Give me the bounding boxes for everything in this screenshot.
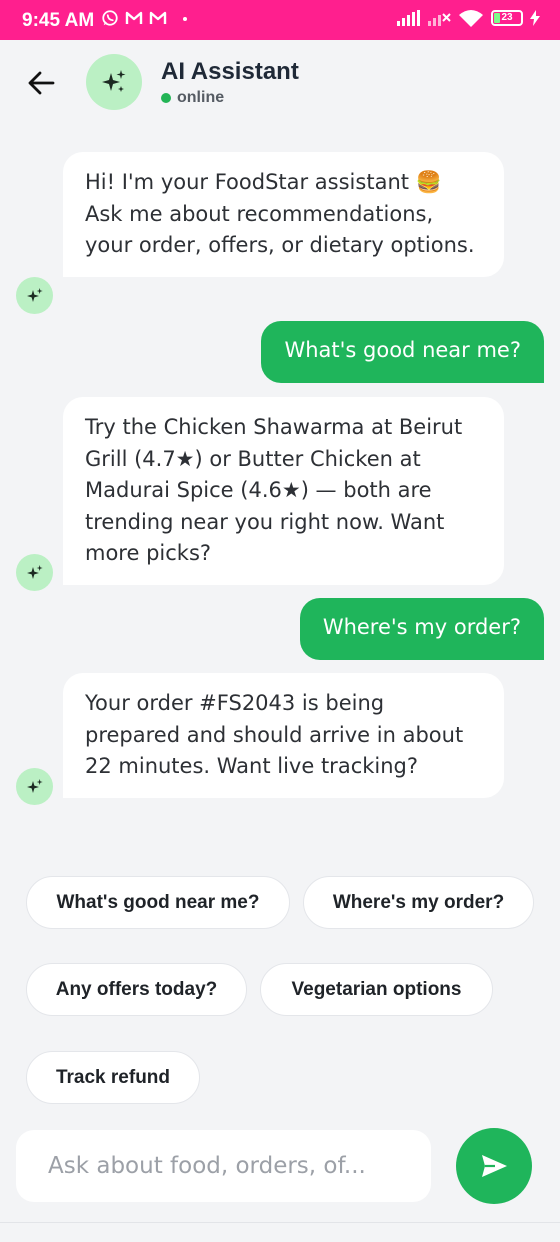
system-icons: 23 (396, 8, 540, 28)
page-title: AI Assistant (161, 58, 299, 85)
sparkles-icon (102, 70, 126, 92)
wifi-icon (459, 10, 483, 27)
more-notifications-dot (183, 17, 187, 21)
back-button[interactable] (24, 66, 58, 100)
online-status: online (161, 89, 224, 107)
charging-bolt-icon (530, 10, 540, 26)
send-icon (482, 1155, 507, 1177)
user-message: Where's my order? (299, 598, 544, 660)
suggestion-chip[interactable]: Any offers today? (26, 963, 247, 1016)
whatsapp-icon (102, 10, 118, 26)
status-bar: 9:45 AM 23 (0, 0, 560, 40)
battery-level: 23 (501, 12, 513, 23)
bot-avatar (16, 277, 53, 314)
arrow-left-icon (28, 71, 55, 95)
assistant-avatar (86, 54, 142, 110)
signal-no-service-icon (428, 13, 451, 26)
status-time: 9:45 AM (22, 10, 95, 31)
sparkles-icon (26, 287, 43, 302)
suggestion-chip[interactable]: Track refund (26, 1051, 200, 1104)
bot-avatar (16, 554, 53, 591)
suggestion-chip[interactable]: What's good near me? (26, 876, 290, 929)
bottom-divider (0, 1222, 560, 1223)
bot-message: Your order #FS2043 is being prepared and… (63, 673, 504, 798)
online-status-label: online (177, 89, 225, 106)
bot-message: Hi! I'm your FoodStar assistant 🍔 Ask me… (63, 152, 504, 277)
send-button[interactable] (456, 1128, 532, 1204)
notification-icons (101, 9, 187, 27)
bot-message: Try the Chicken Shawarma at Beirut Grill… (63, 397, 504, 585)
message-input[interactable] (16, 1130, 431, 1202)
bot-avatar (16, 768, 53, 805)
suggestion-chip[interactable]: Vegetarian options (260, 963, 493, 1016)
chat-header: AI Assistant online (0, 40, 560, 130)
gmail-icon (149, 11, 167, 24)
signal-icon (397, 10, 420, 26)
sparkles-icon (26, 778, 43, 793)
user-message: What's good near me? (261, 321, 544, 383)
online-dot-icon (161, 93, 171, 103)
gmail-icon (125, 11, 143, 24)
suggestion-chip[interactable]: Where's my order? (303, 876, 534, 929)
sparkles-icon (26, 564, 43, 579)
message-input-container (16, 1130, 431, 1202)
battery-icon: 23 (491, 10, 523, 26)
